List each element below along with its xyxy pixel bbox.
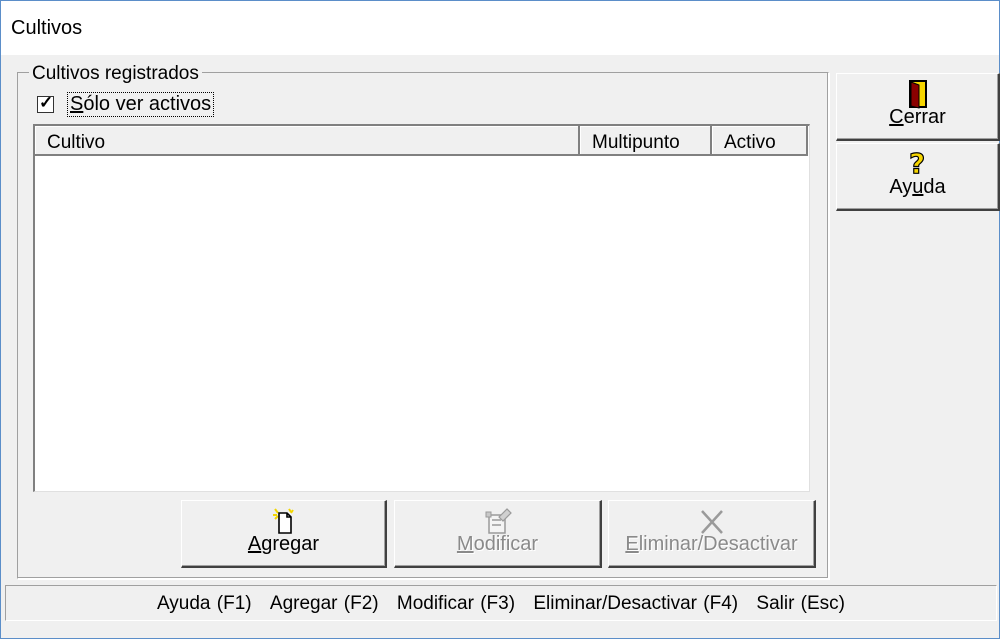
status-item-ayuda: Ayuda (F1) [156, 593, 252, 614]
cultivos-list[interactable]: Cultivo Multipunto Activo [33, 124, 810, 492]
solo-activos-label-rest: ólo ver activos [83, 92, 212, 115]
status-item-salir: Salir (Esc) [756, 593, 846, 614]
column-header-cultivo[interactable]: Cultivo [35, 126, 580, 156]
cerrar-label: Cerrar [889, 106, 946, 128]
solo-activos-label-first: S [70, 92, 84, 115]
ayuda-label: Ayuda [889, 176, 946, 198]
agregar-button[interactable]: Agregar [181, 500, 387, 568]
modificar-label: Modificar [456, 533, 539, 555]
cultivos-window: Cultivos Cultivos registrados ✓ Sólo ver… [0, 0, 1000, 639]
status-item-eliminar: Eliminar/Desactivar (F4) [533, 593, 739, 614]
status-bar: Ayuda (F1) Agregar (F2) Modificar (F3) E… [5, 585, 997, 621]
agregar-label: Agregar [247, 533, 320, 555]
eliminar-desactivar-button[interactable]: Eliminar/Desactivar [608, 500, 816, 568]
window-title: Cultivos [11, 17, 83, 39]
group-legend: Cultivos registrados [29, 63, 202, 85]
column-header-multipunto[interactable]: Multipunto [580, 126, 712, 156]
solo-activos-label[interactable]: Sólo ver activos [66, 91, 215, 117]
status-item-agregar: Agregar (F2) [269, 593, 379, 614]
list-header: Cultivo Multipunto Activo [35, 126, 808, 158]
column-header-activo[interactable]: Activo [712, 126, 808, 156]
title-bar[interactable]: Cultivos [1, 1, 999, 55]
cerrar-button[interactable]: Cerrar [836, 73, 1000, 141]
modificar-button[interactable]: Modificar [394, 500, 602, 568]
status-item-modificar: Modificar (F3) [396, 593, 516, 614]
solo-activos-checkbox[interactable]: ✓ [37, 92, 54, 113]
checkmark-icon: ✓ [39, 92, 54, 112]
solo-activos-checkbox-row[interactable]: ✓ Sólo ver activos [37, 91, 215, 117]
eliminar-desactivar-label: Eliminar/Desactivar [625, 533, 798, 555]
ayuda-button[interactable]: ? Ayuda [836, 143, 1000, 211]
status-shortcuts: Ayuda (F1) Agregar (F2) Modificar (F3) E… [6, 593, 996, 615]
